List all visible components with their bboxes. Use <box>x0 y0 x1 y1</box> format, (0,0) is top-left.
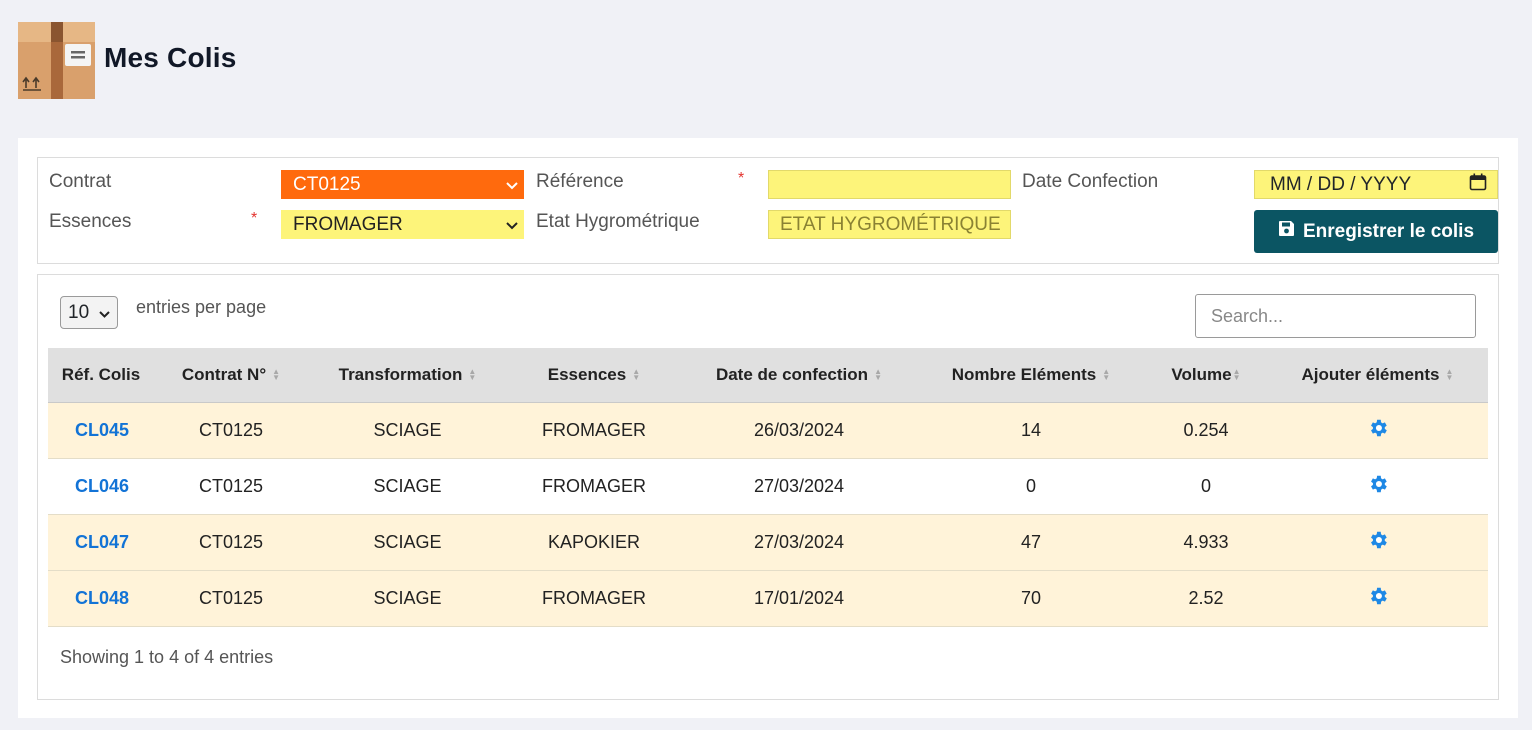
floppy-disk-icon <box>1278 220 1303 243</box>
contrat-select-value: CT0125 <box>293 173 361 195</box>
cell-contrat: CT0125 <box>198 475 264 496</box>
table-header-row: Réf. Colis Contrat N° ▲ ▼ Transformation ▲ ▼… <box>48 348 1488 403</box>
column-header-volume[interactable]: Volume▲ ▼ <box>1145 348 1267 403</box>
cell-essence: FROMAGER <box>541 587 646 608</box>
cell-volume: 0.254 <box>1183 419 1229 440</box>
chevron-down-icon <box>506 177 518 193</box>
cell-action <box>1267 514 1488 570</box>
cell-nombre: 47 <box>1020 531 1042 552</box>
cell-transformation: SCIAGE <box>373 587 442 608</box>
cell-date: 17/01/2024 <box>753 587 845 608</box>
chevron-down-icon <box>506 217 518 233</box>
cell-transformation: SCIAGE <box>373 531 442 552</box>
date-confection-input[interactable]: MM / DD / YYYY <box>1254 170 1498 199</box>
colis-ref-link[interactable]: CL045 <box>48 402 154 458</box>
reference-required-mark: * <box>738 170 745 187</box>
etat-input[interactable]: ETAT HYGROMÉTRIQUE <box>768 210 1011 239</box>
chevron-down-icon <box>99 302 110 324</box>
date-confection-placeholder: MM / DD / YYYY <box>1270 173 1412 195</box>
column-header-nombre[interactable]: Nombre Eléments ▲ ▼ <box>917 348 1145 403</box>
cell-volume: 0 <box>1200 475 1211 496</box>
cell-date: 26/03/2024 <box>753 419 845 440</box>
colis-ref-link[interactable]: CL046 <box>48 458 154 514</box>
cell-action <box>1267 402 1488 458</box>
column-header-transformation[interactable]: Transformation ▲ ▼ <box>308 348 507 403</box>
table-row: CL046 CT0125 SCIAGE FROMAGER 27/03/2024 … <box>48 458 1488 514</box>
sort-icon: ▲ ▼ <box>272 367 281 383</box>
cell-date: 27/03/2024 <box>753 475 845 496</box>
cell-contrat: CT0125 <box>198 531 264 552</box>
entries-per-page-select[interactable]: 10 <box>60 296 118 329</box>
cell-nombre: 70 <box>1020 587 1042 608</box>
etat-label: Etat Hygrométrique <box>536 211 700 232</box>
cell-action <box>1267 458 1488 514</box>
main-card: Contrat CT0125 Référence * Date Confecti… <box>18 138 1518 718</box>
cell-essence: FROMAGER <box>541 475 646 496</box>
date-confection-label: Date Confection <box>1022 171 1159 192</box>
table-row: CL048 CT0125 SCIAGE FROMAGER 17/01/2024 … <box>48 570 1488 626</box>
column-header-ajouter[interactable]: Ajouter éléments ▲ ▼ <box>1267 348 1488 403</box>
table-info: Showing 1 to 4 of 4 entries <box>60 647 274 667</box>
cell-contrat: CT0125 <box>198 419 264 440</box>
essences-select[interactable]: FROMAGER <box>281 210 524 239</box>
sort-icon: ▲ ▼ <box>874 367 882 383</box>
cell-action <box>1267 570 1488 626</box>
search-input[interactable]: Search... <box>1195 294 1476 338</box>
entries-per-page-label: entries per page <box>136 297 267 317</box>
cell-essence: FROMAGER <box>541 419 646 440</box>
reference-input[interactable] <box>768 170 1011 199</box>
cell-essence: KAPOKIER <box>547 531 641 552</box>
package-icon <box>18 22 95 99</box>
essences-select-value: FROMAGER <box>293 213 403 235</box>
essences-required-mark: * <box>251 210 258 227</box>
colis-form: Contrat CT0125 Référence * Date Confecti… <box>37 157 1499 264</box>
page-header: Mes Colis <box>18 22 237 99</box>
cell-nombre: 14 <box>1020 419 1042 440</box>
table-row: CL045 CT0125 SCIAGE FROMAGER 26/03/2024 … <box>48 402 1488 458</box>
cell-volume: 2.52 <box>1188 587 1224 608</box>
column-header-contrat[interactable]: Contrat N° ▲ ▼ <box>154 348 308 403</box>
colis-table: Réf. Colis Contrat N° ▲ ▼ Transformation ▲ ▼… <box>48 348 1488 627</box>
column-header-essences[interactable]: Essences ▲ ▼ <box>507 348 681 403</box>
reference-label: Référence <box>536 171 624 192</box>
gear-icon[interactable] <box>1367 529 1389 556</box>
colis-ref-link[interactable]: CL047 <box>48 514 154 570</box>
cell-nombre: 0 <box>1025 475 1036 496</box>
sort-icon: ▲ ▼ <box>468 367 477 383</box>
cell-transformation: SCIAGE <box>373 419 442 440</box>
sort-icon: ▲ ▼ <box>632 367 641 383</box>
save-colis-button[interactable]: Enregistrer le colis <box>1254 210 1498 253</box>
gear-icon[interactable] <box>1367 473 1389 500</box>
contrat-select[interactable]: CT0125 <box>281 170 524 199</box>
calendar-icon[interactable] <box>1469 173 1487 197</box>
colis-ref-link[interactable]: CL048 <box>48 570 154 626</box>
contrat-label: Contrat <box>49 171 112 192</box>
cell-transformation: SCIAGE <box>373 475 442 496</box>
column-header-ref[interactable]: Réf. Colis <box>48 348 154 403</box>
essences-label: Essences <box>49 211 132 232</box>
cell-date: 27/03/2024 <box>753 531 845 552</box>
sort-icon: ▲ ▼ <box>1102 367 1111 383</box>
colis-table-panel: 10 entries per page Search... Réf. Colis… <box>37 274 1499 700</box>
column-header-date[interactable]: Date de confection ▲ ▼ <box>681 348 917 403</box>
cell-volume: 4.933 <box>1183 531 1229 552</box>
cell-contrat: CT0125 <box>198 587 264 608</box>
sort-icon: ▲ ▼ <box>1232 367 1241 383</box>
sort-icon: ▲ ▼ <box>1445 367 1454 383</box>
gear-icon[interactable] <box>1367 585 1389 612</box>
gear-icon[interactable] <box>1367 417 1389 444</box>
save-colis-label: Enregistrer le colis <box>1302 220 1475 242</box>
table-row: CL047 CT0125 SCIAGE KAPOKIER 27/03/2024 … <box>48 514 1488 570</box>
entries-per-page-value: 10 <box>68 301 90 323</box>
page-title: Mes Colis <box>104 41 237 73</box>
